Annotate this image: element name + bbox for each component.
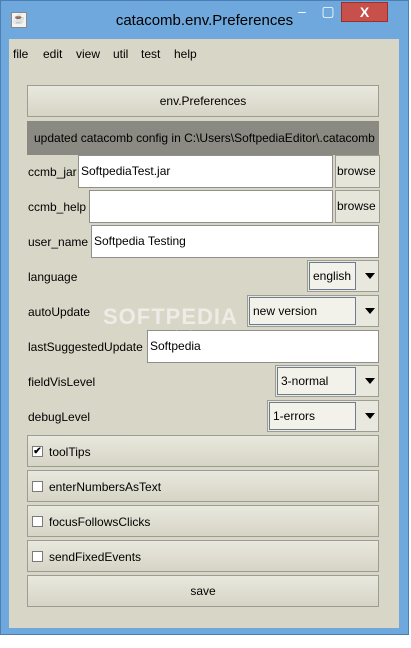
enter-numbers-as-text-label: enterNumbersAsText bbox=[49, 480, 162, 494]
focus-follows-clicks-checkbox[interactable] bbox=[32, 516, 43, 527]
menu-help[interactable]: help bbox=[174, 47, 197, 61]
focus-follows-clicks-checkbox-row[interactable]: focusFollowsClicks bbox=[27, 505, 379, 537]
focus-follows-clicks-label: focusFollowsClicks bbox=[49, 515, 151, 529]
chevron-down-icon bbox=[365, 273, 375, 279]
tooltips-label: toolTips bbox=[49, 445, 91, 459]
ccmb-help-label: ccmb_help bbox=[28, 200, 87, 214]
tooltips-checkbox-row[interactable]: ✔ toolTips bbox=[27, 435, 379, 467]
send-fixed-events-checkbox-row[interactable]: sendFixedEvents bbox=[27, 540, 379, 572]
ccmb-help-field[interactable] bbox=[89, 190, 333, 223]
field-vis-level-selected-value: 3-normal bbox=[277, 367, 356, 395]
user-name-field[interactable]: Softpedia Testing bbox=[91, 225, 379, 258]
save-button[interactable]: save bbox=[27, 575, 379, 607]
enter-numbers-as-text-checkbox[interactable] bbox=[32, 481, 43, 492]
language-dropdown[interactable]: english bbox=[307, 260, 379, 292]
language-selected-value: english bbox=[309, 262, 356, 290]
user-name-label: user_name bbox=[28, 235, 89, 249]
ccmb-help-browse-button[interactable]: browse bbox=[335, 190, 380, 223]
debug-level-label: debugLevel bbox=[28, 410, 91, 424]
menu-edit[interactable]: edit bbox=[43, 47, 62, 61]
autoupdate-selected-value: new version bbox=[249, 297, 356, 325]
debug-level-dropdown[interactable]: 1-errors bbox=[267, 400, 379, 432]
menu-view[interactable]: view bbox=[76, 47, 100, 61]
ccmb-jar-field[interactable]: SoftpediaTest.jar bbox=[78, 155, 333, 188]
chevron-down-icon bbox=[365, 308, 375, 314]
enter-numbers-as-text-checkbox-row[interactable]: enterNumbersAsText bbox=[27, 470, 379, 502]
autoupdate-dropdown[interactable]: new version bbox=[247, 295, 379, 327]
close-button[interactable]: X bbox=[341, 2, 388, 22]
language-label: language bbox=[28, 270, 78, 284]
send-fixed-events-checkbox[interactable] bbox=[32, 551, 43, 562]
ccmb-jar-browse-button[interactable]: browse bbox=[335, 155, 380, 188]
menu-file[interactable]: file bbox=[13, 47, 28, 61]
last-suggested-update-label: lastSuggestedUpdate bbox=[28, 340, 143, 354]
menu-util[interactable]: util bbox=[113, 47, 128, 61]
debug-level-selected-value: 1-errors bbox=[269, 402, 356, 430]
env-preferences-button[interactable]: env.Preferences bbox=[27, 85, 379, 117]
softpedia-watermark: SOFTPEDIA bbox=[103, 304, 238, 329]
minimize-button[interactable]: – bbox=[289, 2, 315, 22]
chevron-down-icon bbox=[365, 413, 375, 419]
status-message: updated catacomb config in C:\Users\Soft… bbox=[27, 121, 379, 155]
field-vis-level-dropdown[interactable]: 3-normal bbox=[275, 365, 379, 397]
tooltips-checkbox[interactable]: ✔ bbox=[32, 446, 43, 457]
title-bar[interactable]: ☕ catacomb.env.Preferences – ▢ X bbox=[1, 1, 408, 39]
ccmb-jar-label: ccmb_jar bbox=[28, 165, 77, 179]
maximize-button[interactable]: ▢ bbox=[315, 2, 341, 22]
autoupdate-label: autoUpdate bbox=[28, 305, 91, 319]
menu-bar: file edit view util test help bbox=[9, 39, 399, 69]
softpedia-watermark-url: www.softpedia.com bbox=[151, 331, 212, 338]
menu-test[interactable]: test bbox=[141, 47, 160, 61]
chevron-down-icon bbox=[365, 378, 375, 384]
send-fixed-events-label: sendFixedEvents bbox=[49, 550, 142, 564]
field-vis-level-label: fieldVisLevel bbox=[28, 375, 96, 389]
app-window: ☕ catacomb.env.Preferences – ▢ X file ed… bbox=[0, 0, 409, 635]
